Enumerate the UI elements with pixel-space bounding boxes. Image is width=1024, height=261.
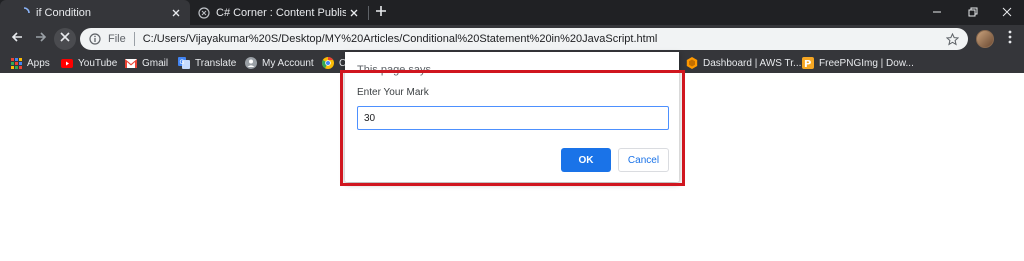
- arrow-left-icon: [10, 30, 24, 49]
- page-loading-icon: [18, 6, 30, 19]
- tab-separator: [368, 6, 369, 20]
- bookmark-apps[interactable]: Apps: [10, 55, 50, 71]
- more-vertical-icon: [1008, 30, 1012, 49]
- minimize-icon: [932, 4, 942, 22]
- minimize-button[interactable]: [920, 0, 954, 25]
- youtube-icon: [61, 57, 73, 69]
- svg-text:G: G: [180, 59, 185, 66]
- bookmark-label: Dashboard | AWS Tr...: [703, 57, 802, 69]
- omnibox-divider: [133, 32, 135, 46]
- svg-text:P: P: [804, 59, 811, 69]
- aws-icon: [686, 57, 698, 69]
- highlight-annotation-box: [340, 70, 685, 186]
- bookmark-label: YouTube: [78, 57, 118, 69]
- profile-avatar[interactable]: [976, 30, 994, 48]
- chrome-icon: [322, 57, 334, 69]
- star-icon[interactable]: [944, 31, 960, 47]
- tab-csharp-corner[interactable]: C# Corner : Content Publisher: [190, 0, 368, 25]
- info-icon[interactable]: [88, 32, 102, 46]
- menu-button[interactable]: [1002, 28, 1018, 50]
- restore-button[interactable]: [956, 0, 990, 25]
- close-icon: [1002, 4, 1012, 22]
- bookmark-freepngimg[interactable]: P FreePNGImg | Dow...: [802, 55, 914, 71]
- gmail-icon: [125, 57, 137, 69]
- bookmark-label: Gmail: [142, 57, 169, 69]
- bookmark-my-account[interactable]: My Account: [245, 55, 314, 71]
- bookmark-youtube[interactable]: YouTube: [61, 55, 117, 71]
- new-tab-button[interactable]: [372, 4, 390, 22]
- close-tab-icon[interactable]: [346, 5, 362, 21]
- translate-icon: G: [178, 57, 190, 69]
- tab-title: if Condition: [36, 6, 92, 19]
- account-icon: [245, 57, 257, 69]
- tab-strip: if Condition C# Corner : Content Publish…: [0, 0, 1024, 25]
- stop-loading-button[interactable]: [54, 28, 76, 50]
- tab-if-condition[interactable]: if Condition: [0, 0, 190, 25]
- close-window-button[interactable]: [990, 0, 1024, 25]
- url-scheme-label: File: [108, 33, 126, 45]
- apps-grid-icon: [10, 57, 22, 69]
- bookmark-label: FreePNGImg | Dow...: [819, 57, 914, 69]
- bookmark-aws-dashboard[interactable]: Dashboard | AWS Tr...: [686, 55, 801, 71]
- close-icon: [59, 30, 71, 48]
- bookmark-gmail[interactable]: Gmail: [125, 55, 168, 71]
- arrow-right-icon: [34, 30, 48, 49]
- back-button[interactable]: [6, 28, 28, 50]
- bookmark-c[interactable]: C: [322, 55, 346, 71]
- csharp-corner-icon: [198, 6, 210, 19]
- close-tab-icon[interactable]: [168, 5, 184, 21]
- tab-title: C# Corner : Content Publisher: [216, 6, 346, 19]
- freepngimg-icon: P: [802, 57, 814, 69]
- bookmark-label: Translate: [195, 57, 237, 69]
- plus-icon: [375, 4, 387, 22]
- browser-toolbar: File C:/Users/Vijayakumar%20S/Desktop/MY…: [0, 25, 1024, 53]
- forward-button[interactable]: [30, 28, 52, 50]
- bookmark-label: Apps: [27, 57, 50, 69]
- bookmark-label: My Account: [262, 57, 314, 69]
- address-bar[interactable]: File C:/Users/Vijayakumar%20S/Desktop/MY…: [80, 28, 968, 50]
- bookmark-translate[interactable]: G Translate: [178, 55, 236, 71]
- restore-icon: [968, 4, 978, 22]
- url-text[interactable]: C:/Users/Vijayakumar%20S/Desktop/MY%20Ar…: [143, 33, 944, 45]
